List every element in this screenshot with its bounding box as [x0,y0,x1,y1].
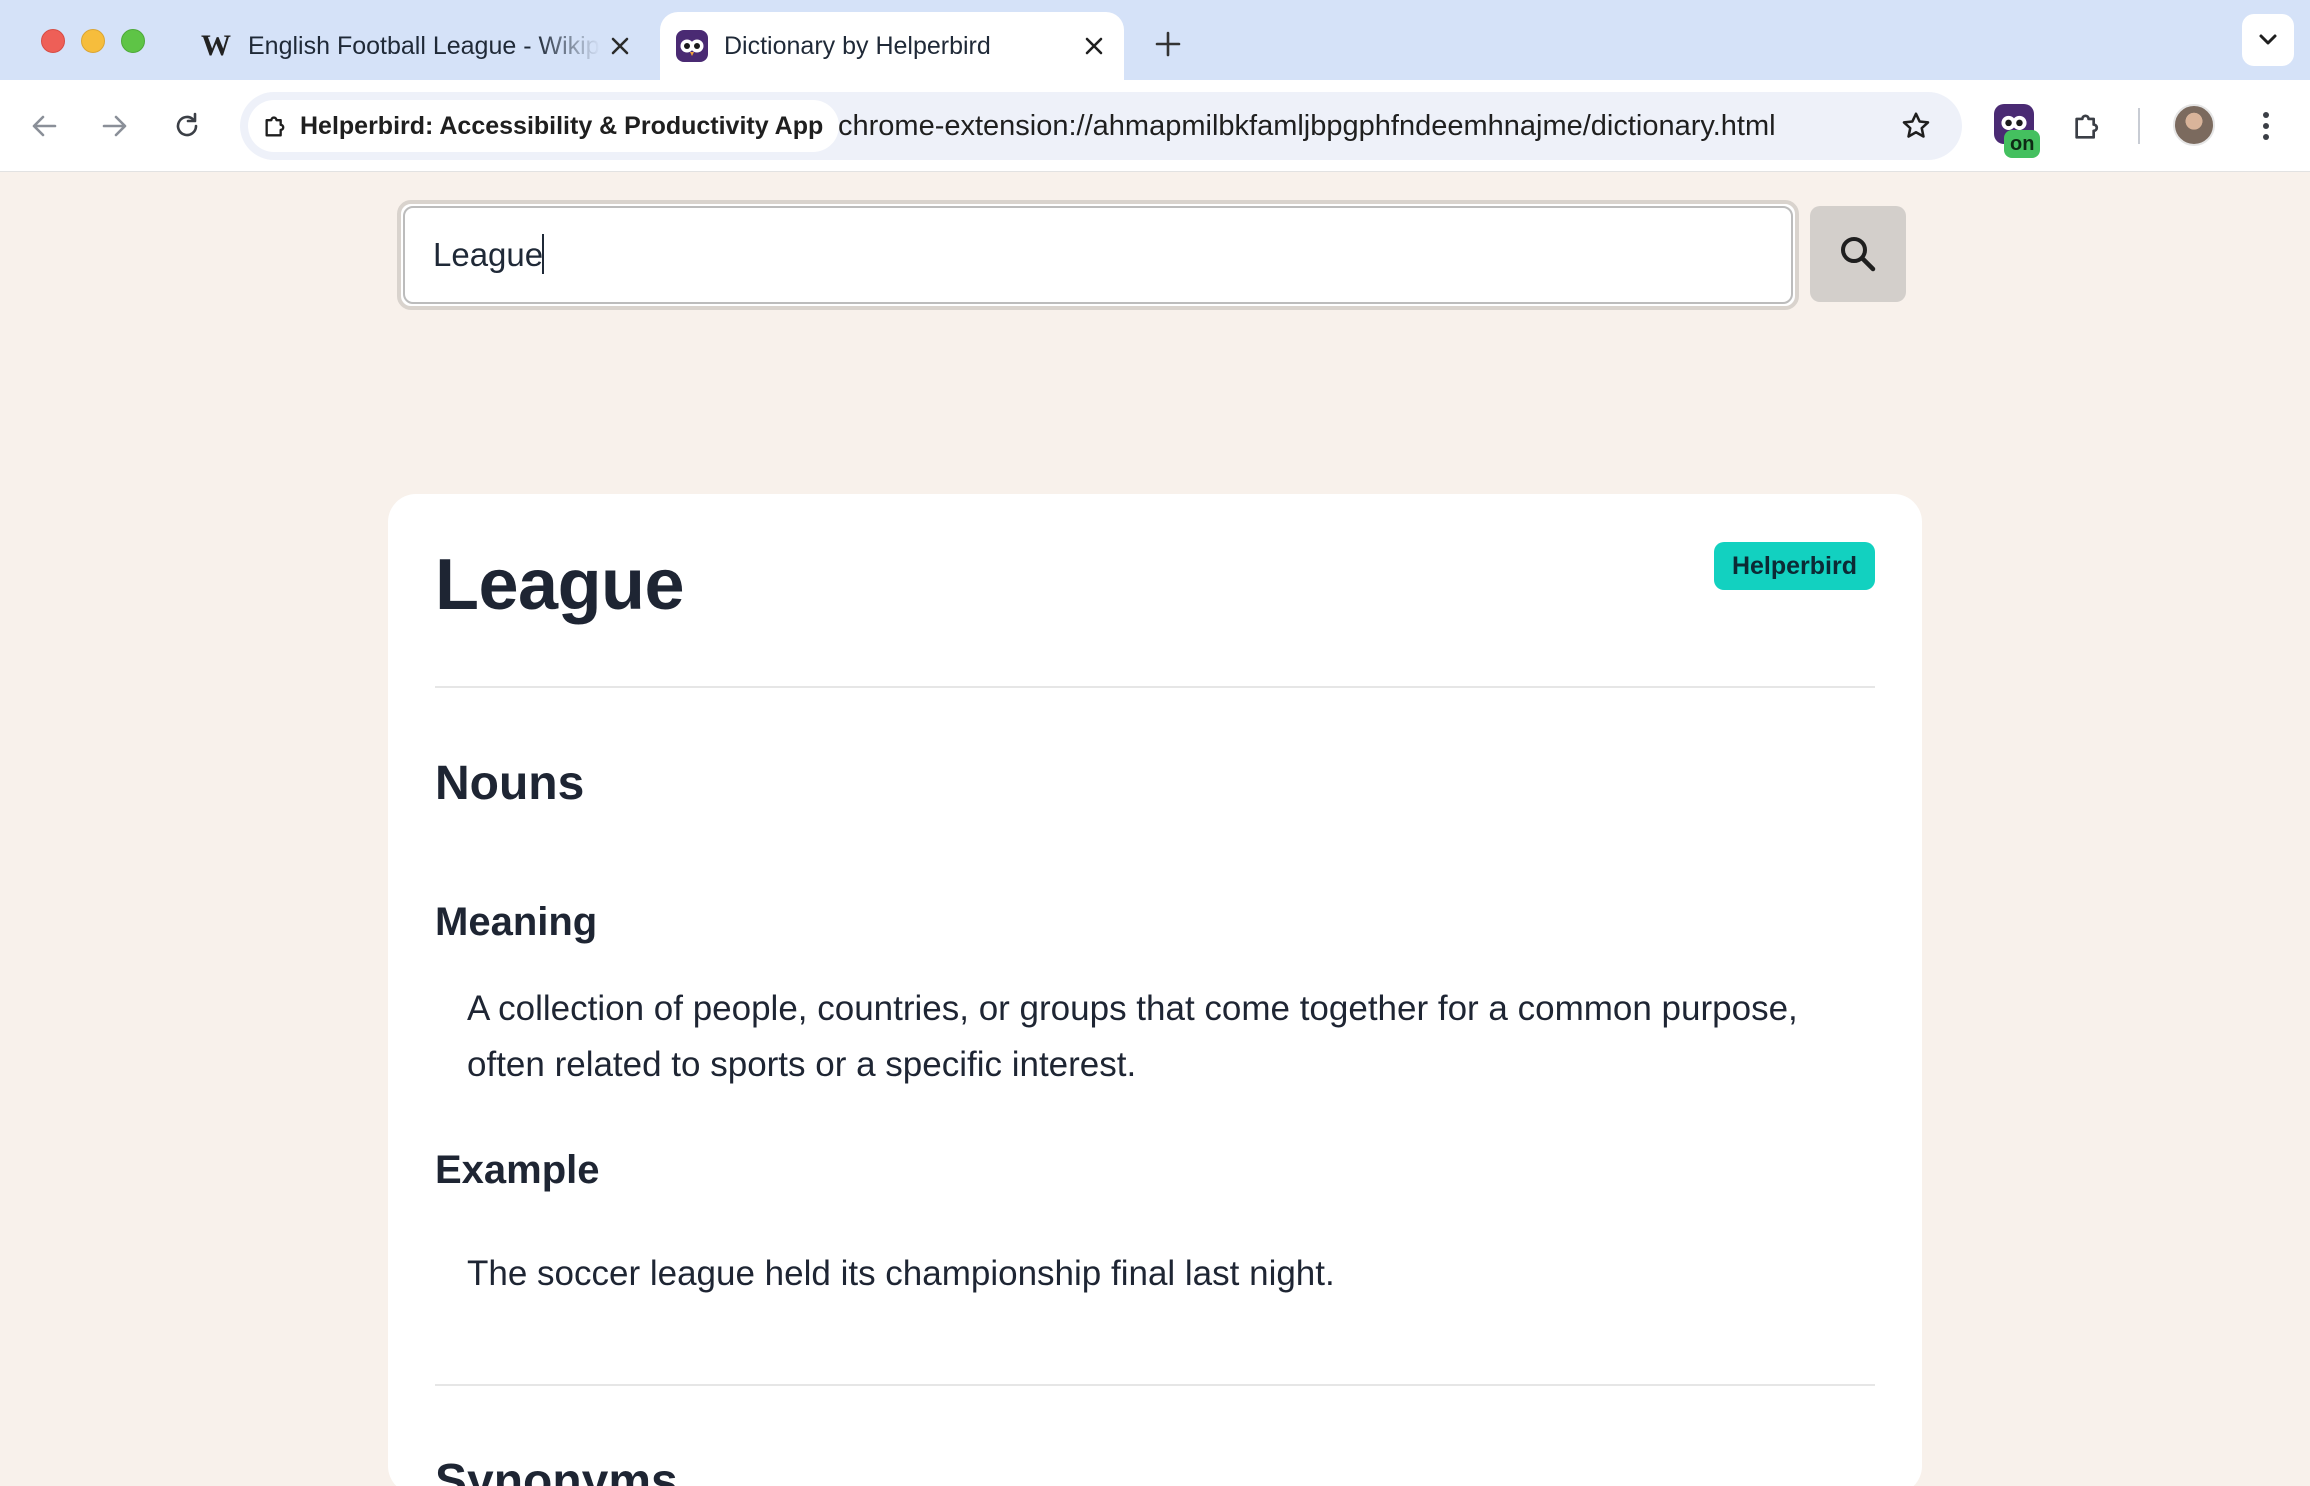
close-tab-button[interactable] [1074,26,1114,66]
close-window-button[interactable] [41,29,65,53]
headword: League [435,545,685,625]
search-icon [1841,237,1876,272]
source-badge: Helperbird [1713,542,1875,590]
maximize-window-button[interactable] [121,29,145,53]
forward-button[interactable] [91,102,139,150]
tab-search-button[interactable] [2242,14,2294,66]
extension-status-badge: on [2004,130,2041,158]
tab-strip: W English Football League - Wikipedia Di… [0,0,2310,80]
text-caret [542,234,544,274]
close-tab-button[interactable] [600,26,640,66]
reload-icon [176,112,198,137]
tab-title: English Football League - Wikipedia [248,31,600,60]
site-info-chip[interactable]: Helperbird: Accessibility & Productivity… [248,100,840,152]
minimize-window-button[interactable] [81,29,105,53]
search-input[interactable] [403,206,1793,304]
synonyms-heading: Synonyms [435,1455,678,1486]
meaning-heading: Meaning [435,900,598,944]
definition-card: League Helperbird Nouns Meaning A collec… [388,494,1922,1486]
address-bar[interactable]: Helperbird: Accessibility & Productivity… [240,92,1962,160]
more-vertical-icon [2263,112,2269,140]
puzzle-icon [2075,114,2099,139]
arrow-left-icon [32,115,57,137]
back-button[interactable] [20,102,68,150]
divider [435,686,1875,688]
site-info-label: Helperbird: Accessibility & Productivity… [300,111,824,140]
wikipedia-w-icon: W [201,29,231,62]
close-icon [611,37,629,55]
part-of-speech-heading: Nouns [435,757,585,810]
profile-avatar[interactable] [2173,104,2215,146]
tab-wikipedia[interactable]: W English Football League - Wikipedia [190,12,650,80]
helperbird-owl-icon [676,30,708,62]
toolbar-divider [2138,108,2140,144]
browser-toolbar: Helperbird: Accessibility & Productivity… [0,80,2310,172]
star-icon [1902,112,1930,138]
example-text: The soccer league held its championship … [467,1254,1335,1293]
plus-icon [1155,31,1181,57]
url-text[interactable]: chrome-extension://ahmapmilbkfamljbpgphf… [838,92,1776,160]
browser-menu-button[interactable] [2246,102,2286,150]
tab-dictionary[interactable]: Dictionary by Helperbird [660,12,1124,80]
meaning-text: A collection of people, countries, or gr… [467,989,1798,1084]
new-tab-button[interactable] [1144,20,1192,68]
divider [435,1384,1875,1386]
arrow-right-icon [102,115,127,137]
search-box [397,200,1799,310]
bookmark-button[interactable] [1892,102,1940,150]
extension-puzzle-icon [262,112,290,140]
tab-title: Dictionary by Helperbird [724,31,991,60]
reload-button[interactable] [163,102,211,150]
close-icon [1085,37,1103,55]
search-button[interactable] [1810,206,1906,302]
example-heading: Example [435,1148,600,1192]
chevron-down-icon [2259,34,2277,45]
extensions-menu-button[interactable] [2064,102,2112,150]
